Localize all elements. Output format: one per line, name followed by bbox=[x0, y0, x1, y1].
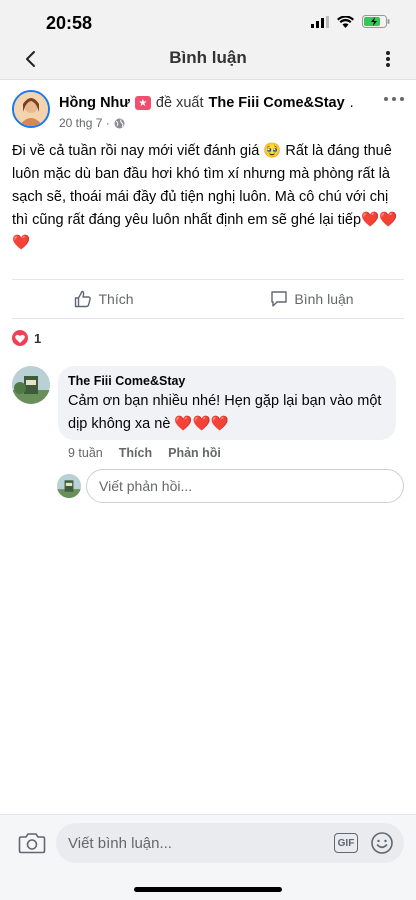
reply-time: 9 tuần bbox=[68, 446, 103, 460]
reaction-summary[interactable]: 1 bbox=[12, 330, 41, 346]
post-text: Đi về cả tuần rồi nay mới viết đánh giá … bbox=[12, 143, 392, 228]
comment-button[interactable]: Bình luận bbox=[208, 282, 416, 316]
post-more-button[interactable] bbox=[384, 94, 404, 104]
nav-bar: Bình luận bbox=[0, 38, 416, 80]
dot bbox=[392, 97, 396, 101]
comment-icon bbox=[271, 291, 288, 307]
comment-composer: Viết bình luận... GIF bbox=[0, 814, 416, 900]
current-user-avatar bbox=[57, 474, 81, 498]
status-time: 20:58 bbox=[46, 13, 93, 33]
post-actions: Thích Bình luận bbox=[0, 282, 416, 316]
signal-icon bbox=[311, 15, 329, 28]
author-line: Hồng Như ★ đề xuất The Fiii Come&Stay. bbox=[59, 95, 354, 111]
comment-input[interactable]: Viết bình luận... GIF bbox=[56, 823, 404, 863]
more-options-button[interactable] bbox=[380, 47, 396, 71]
reply-respond-button[interactable]: Phản hồi bbox=[168, 446, 221, 460]
page-title: Bình luận bbox=[169, 48, 247, 67]
status-icons bbox=[311, 15, 390, 28]
reply-input-placeholder: Viết phản hồi... bbox=[99, 478, 193, 494]
reply-like-button[interactable]: Thích bbox=[119, 446, 152, 460]
reply-text-block: Cảm ơn bạn nhiều nhé! Hẹn gặp lại bạn và… bbox=[68, 390, 386, 436]
love-reaction-icon bbox=[12, 330, 28, 346]
post-date[interactable]: 20 thg 7 · bbox=[59, 116, 110, 130]
vertical-dots-icon bbox=[386, 51, 390, 67]
dot bbox=[384, 97, 388, 101]
page-avatar[interactable] bbox=[12, 366, 50, 404]
camera-button[interactable] bbox=[18, 831, 46, 855]
page-name-link[interactable]: The Fiii Come&Stay bbox=[208, 95, 344, 111]
like-button[interactable]: Thích bbox=[0, 282, 208, 316]
home-indicator bbox=[134, 887, 282, 892]
post-header: Hồng Như ★ đề xuất The Fiii Come&Stay. 2… bbox=[0, 88, 416, 138]
like-label: Thích bbox=[98, 291, 134, 307]
thumbs-up-icon bbox=[75, 290, 92, 308]
post-meta: 20 thg 7 · bbox=[59, 116, 125, 130]
author-avatar[interactable] bbox=[12, 90, 50, 128]
reply-author[interactable]: The Fiii Come&Stay bbox=[68, 374, 386, 388]
emoji-button[interactable] bbox=[370, 831, 394, 855]
star-badge-icon: ★ bbox=[134, 96, 151, 110]
reaction-count: 1 bbox=[34, 330, 42, 346]
page-suffix: . bbox=[349, 95, 354, 111]
reply-actions: 9 tuần Thích Phản hồi bbox=[68, 446, 221, 460]
divider bbox=[12, 279, 404, 280]
divider bbox=[12, 318, 404, 319]
author-name[interactable]: Hồng Như bbox=[59, 95, 130, 111]
reply-input[interactable]: Viết phản hồi... bbox=[86, 469, 404, 503]
globe-icon bbox=[114, 118, 125, 128]
camera-icon bbox=[18, 833, 46, 854]
gif-button[interactable]: GIF bbox=[334, 833, 358, 853]
comment-label: Bình luận bbox=[294, 291, 354, 307]
reply-hearts: ❤️❤️❤️ bbox=[174, 416, 229, 432]
recommend-text: đề xuất bbox=[155, 95, 204, 111]
reply-bubble: The Fiii Come&Stay Cảm ơn bạn nhiều nhé!… bbox=[58, 366, 396, 440]
smiley-icon bbox=[371, 832, 393, 854]
battery-icon bbox=[362, 15, 390, 28]
comment-input-placeholder: Viết bình luận... bbox=[68, 834, 172, 852]
post-body: Đi về cả tuần rồi nay mới viết đánh giá … bbox=[12, 140, 404, 255]
wifi-icon bbox=[337, 15, 354, 28]
dot bbox=[400, 97, 404, 101]
